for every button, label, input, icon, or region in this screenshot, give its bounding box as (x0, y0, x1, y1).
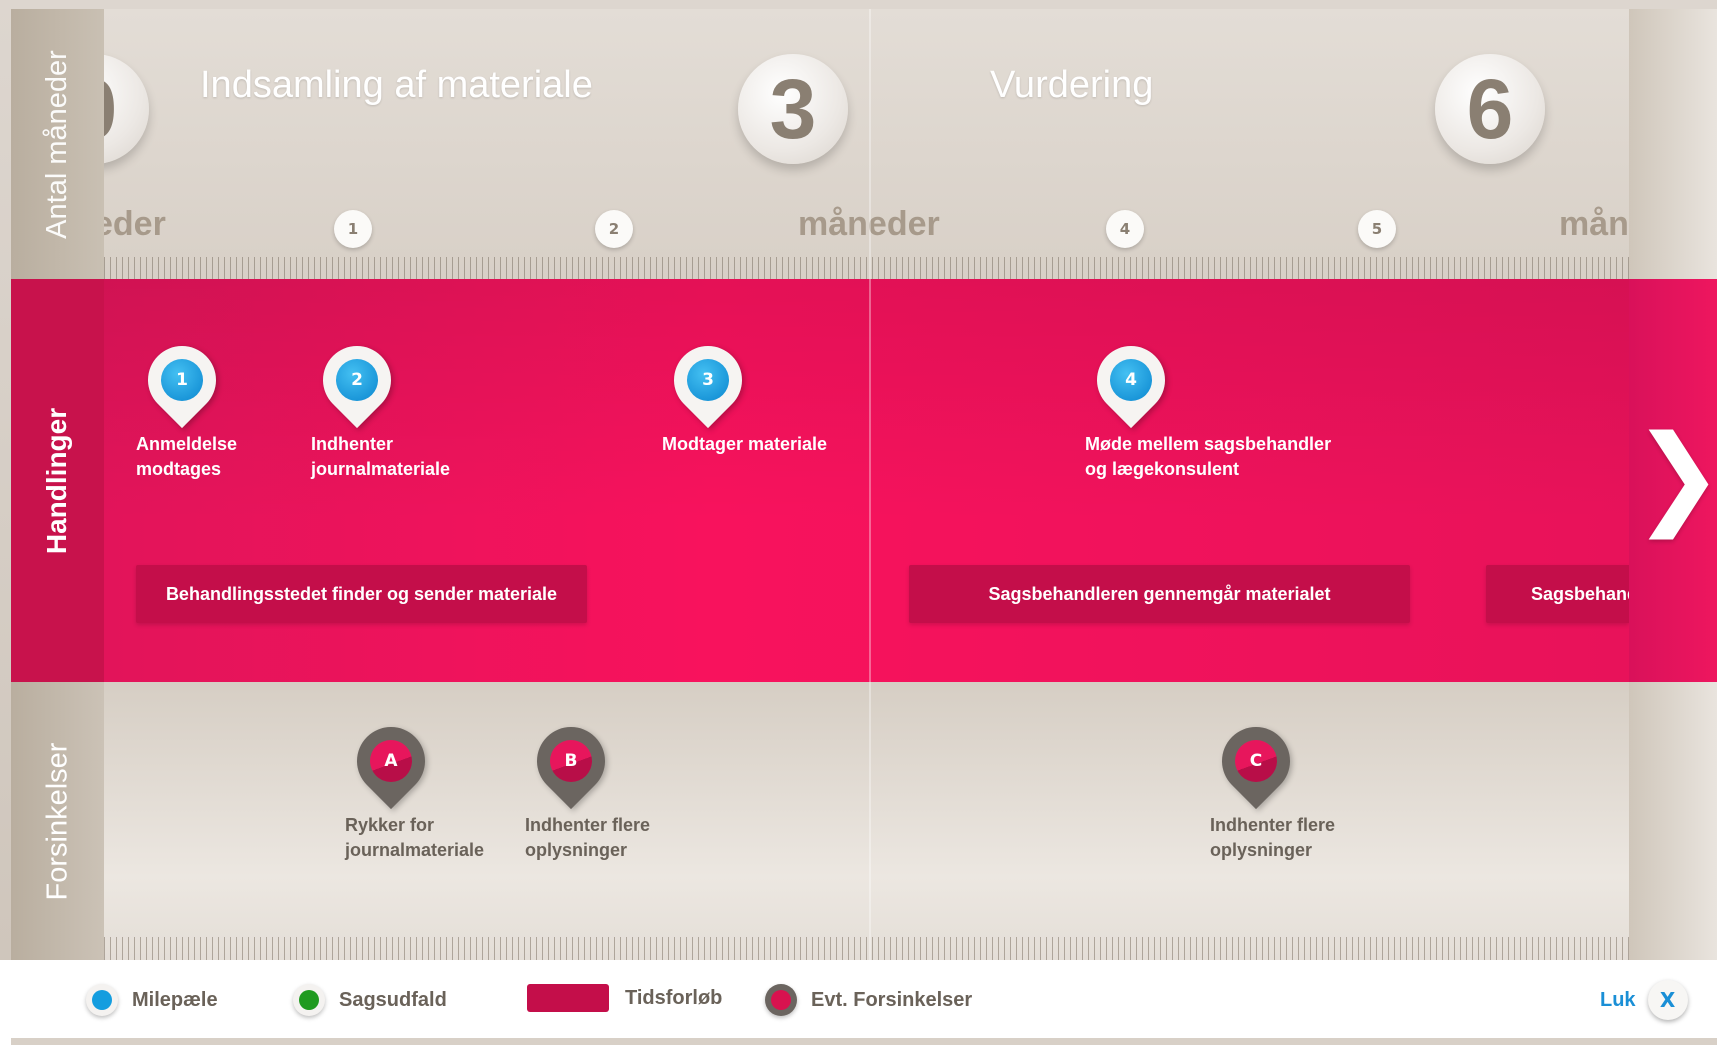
milestone-label-line: Anmeldelse (136, 434, 238, 454)
duration-bar-icon (527, 984, 609, 1012)
milestone-label-line: Indhenter (311, 434, 394, 454)
milestone-pin-1[interactable]: 1 (133, 331, 231, 429)
delay-label-b: Indhenter flere oplysninger (525, 813, 650, 863)
rail-delays-label: Forsinkelser (41, 742, 73, 900)
legend-outcome: Sagsudfald (293, 984, 447, 1016)
footer-divider (11, 1038, 1717, 1045)
bottom-ruler (104, 937, 1629, 960)
milestone-pin-2[interactable]: 2 (308, 331, 406, 429)
delay-label-c: Indhenter flere oplysninger (1210, 813, 1335, 863)
delay-label-a: Rykker for journalmateriale (345, 813, 484, 863)
legend-duration: Tidsforløb (527, 984, 722, 1012)
legend-milestones-label: Milepæle (132, 988, 218, 1011)
milestone-number: 4 (1110, 359, 1152, 401)
month-tick-4: 4 (1106, 210, 1144, 248)
timeline-viewport[interactable]: Indsamling af materiale Vurdering 0 3 6 … (104, 9, 1629, 960)
next-arrow-icon[interactable]: ❯ (1632, 420, 1717, 530)
legend-delays-label: Evt. Forsinkelser (811, 988, 973, 1011)
close-icon[interactable]: X (1647, 980, 1688, 1020)
delay-label-line: oplysninger (525, 840, 628, 860)
month-word-0: eder (104, 205, 166, 243)
rail-months-label: Antal måneder (41, 49, 73, 239)
delay-letter: C (1235, 740, 1277, 782)
phase-title-assessment: Vurdering (990, 64, 1154, 106)
delays-band (104, 682, 1629, 960)
milestone-pin-4[interactable]: 4 (1082, 331, 1180, 429)
delay-pin-icon (765, 984, 797, 1016)
legend-outcome-label: Sagsudfald (339, 988, 447, 1011)
milestone-number: 1 (161, 359, 203, 401)
milestone-label-line: Modtager materiale (662, 434, 828, 454)
duration-bar-1[interactable]: Behandlingsstedet finder og sender mater… (136, 565, 587, 623)
delay-label-line: oplysninger (1210, 840, 1313, 860)
phase-divider (869, 9, 871, 960)
milestone-label-line: og lægekonsulent (1085, 459, 1240, 479)
rail-actions: Handlinger (11, 279, 104, 682)
delay-letter: B (550, 740, 592, 782)
rail-delays: Forsinkelser (11, 682, 104, 960)
rail-actions-label: Handlinger (41, 407, 73, 554)
duration-bar-2[interactable]: Sagsbehandleren gennemgår materialet (909, 565, 1410, 623)
delay-label-line: Rykker for (345, 815, 435, 835)
month-ruler (104, 257, 1629, 279)
duration-bar-3[interactable]: Sagsbehand (1486, 565, 1629, 623)
delay-label-line: Indhenter flere (1210, 815, 1336, 835)
close-button[interactable]: Luk X (1600, 980, 1688, 1020)
phase-title-collection: Indsamling af materiale (200, 64, 593, 106)
delay-pin-c[interactable]: C (1207, 712, 1305, 810)
milestone-label-3: Modtager materiale (662, 432, 827, 457)
milestone-label-2: Indhenter journalmateriale (311, 432, 450, 482)
milestone-label-4: Møde mellem sagsbehandler og lægekonsulen… (1085, 432, 1331, 482)
month-tick-5: 5 (1358, 210, 1396, 248)
month-tick-2: 2 (595, 210, 633, 248)
close-label[interactable]: Luk (1600, 989, 1636, 1012)
delay-letter: A (370, 740, 412, 782)
delay-pin-a[interactable]: A (342, 712, 440, 810)
legend-delays: Evt. Forsinkelser (765, 984, 972, 1016)
rail-months: Antal måneder (11, 9, 104, 279)
timeline-app: Antal måneder Handlinger Forsinkelser In… (0, 0, 1717, 1045)
milestone-dot-icon (86, 984, 118, 1016)
month-marker-3: 3 (738, 54, 848, 164)
legend-milestones: Milepæle (86, 984, 218, 1016)
legend-duration-label: Tidsforløb (625, 986, 723, 1009)
month-tick-1: 1 (334, 210, 372, 248)
milestone-label-line: Møde mellem sagsbehandler (1085, 434, 1332, 454)
milestone-pin-3[interactable]: 3 (659, 331, 757, 429)
milestone-number: 3 (687, 359, 729, 401)
month-word-6: mån (1559, 205, 1629, 243)
delay-label-line: Indhenter flere (525, 815, 651, 835)
outcome-dot-icon (293, 984, 325, 1016)
milestone-number: 2 (336, 359, 378, 401)
milestone-label-line: modtages (136, 459, 222, 479)
milestone-label-1: Anmeldelse modtages (136, 432, 237, 482)
legend: Milepæle Sagsudfald Tidsforløb Evt. Fors… (11, 960, 1717, 1045)
month-marker-6: 6 (1435, 54, 1545, 164)
delay-label-line: journalmateriale (345, 840, 485, 860)
delay-pin-b[interactable]: B (522, 712, 620, 810)
milestone-label-line: journalmateriale (311, 459, 451, 479)
